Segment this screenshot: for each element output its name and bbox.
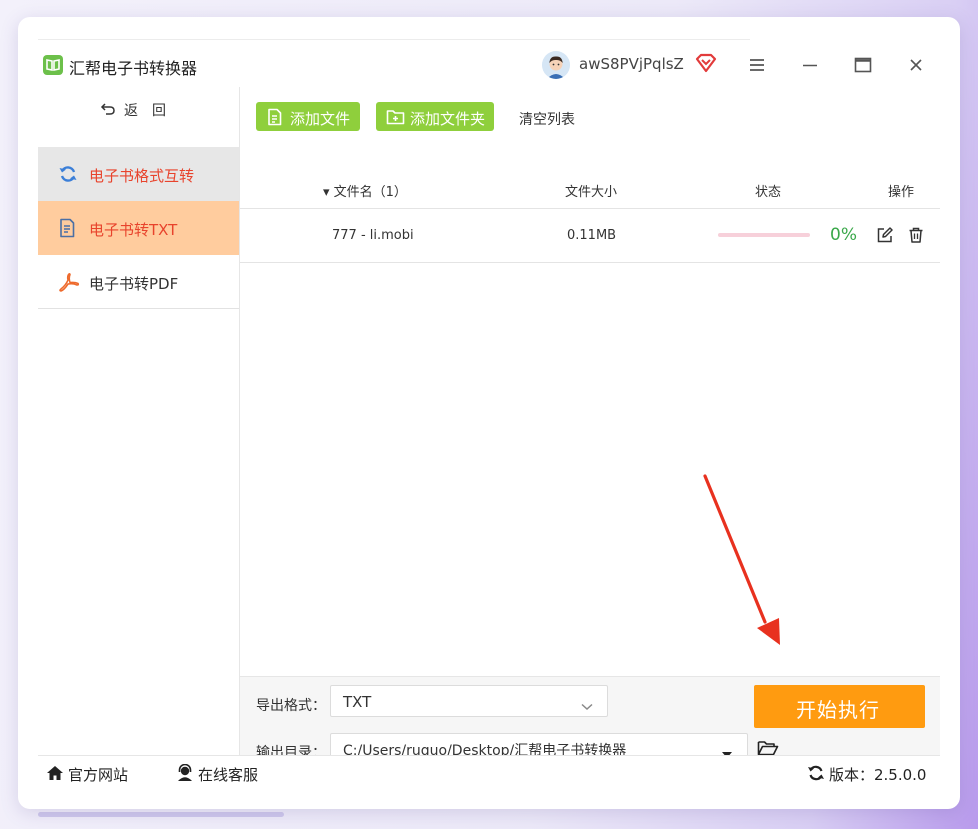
column-header-status: 状态 xyxy=(755,185,782,200)
clear-list-button[interactable]: 清空列表 xyxy=(519,109,575,129)
refresh-icon xyxy=(807,764,825,786)
close-icon[interactable] xyxy=(905,54,927,76)
format-select[interactable]: TXT xyxy=(330,685,608,717)
pdf-icon xyxy=(58,272,80,296)
sidebar-item-to-pdf[interactable]: 电子书转PDF xyxy=(38,255,239,309)
format-value: TXT xyxy=(343,693,372,711)
format-label: 导出格式： xyxy=(256,698,326,714)
version-label: 版本：2.5.0.0 xyxy=(829,766,927,784)
start-button[interactable]: 开始执行 xyxy=(754,685,925,728)
customer-service-icon xyxy=(176,763,194,786)
sidebar-item-label: 电子书转TXT xyxy=(89,221,178,239)
progress-bar xyxy=(718,233,810,237)
file-size: 0.11MB xyxy=(567,228,617,243)
footer: 官方网站 在线客服 版本：2.5.0.0 xyxy=(38,755,940,787)
user-avatar[interactable] xyxy=(542,51,570,79)
chevron-down-icon xyxy=(581,697,593,715)
column-header-name[interactable]: ▾ 文件名（1） xyxy=(323,181,407,200)
progress-percent: 0% xyxy=(830,225,857,245)
menu-icon[interactable] xyxy=(746,54,768,76)
add-file-button[interactable]: 添加文件 xyxy=(256,102,360,131)
maximize-icon[interactable] xyxy=(852,54,874,76)
edit-icon[interactable] xyxy=(876,226,894,244)
add-folder-button[interactable]: 添加文件夹 xyxy=(376,102,494,131)
title-bar: 汇帮电子书转换器 awS8PVjPqlsZ xyxy=(38,39,940,87)
trash-icon[interactable] xyxy=(907,226,925,244)
document-icon xyxy=(58,218,76,242)
app-title: 汇帮电子书转换器 xyxy=(69,59,198,78)
sidebar-item-label: 电子书格式互转 xyxy=(89,167,195,185)
app-logo-icon xyxy=(43,55,63,75)
add-file-label: 添加文件 xyxy=(290,110,351,128)
home-icon xyxy=(46,764,64,786)
add-folder-icon xyxy=(386,108,406,130)
undo-arrow-icon xyxy=(100,100,116,120)
sidebar-item-label: 电子书转PDF xyxy=(89,275,179,293)
service-label: 在线客服 xyxy=(198,766,259,784)
file-name: 777 - li.mobi xyxy=(332,228,414,243)
sidebar-item-format-convert[interactable]: 电子书格式互转 xyxy=(38,147,239,201)
add-file-icon xyxy=(266,108,284,130)
column-header-actions: 操作 xyxy=(888,185,915,200)
main-content: 添加文件 添加文件夹 清空列表 ▾ 文件名（1） 文件大小 状态 操作 777 … xyxy=(240,87,940,778)
back-button[interactable]: 返回 xyxy=(38,97,240,123)
sidebar: 返回 电子书格式互转 电子书转TXT 电子书转PDF xyxy=(38,87,240,755)
vip-diamond-icon[interactable] xyxy=(695,53,717,77)
background-strip xyxy=(38,812,284,817)
minimize-icon[interactable] xyxy=(799,54,821,76)
table-header: ▾ 文件名（1） 文件大小 状态 操作 xyxy=(240,157,940,209)
table-row[interactable]: 777 - li.mobi 0.11MB 0% xyxy=(240,209,940,263)
website-label: 官方网站 xyxy=(68,766,129,784)
add-folder-label: 添加文件夹 xyxy=(410,110,486,128)
column-header-size: 文件大小 xyxy=(565,185,618,200)
app-panel: 汇帮电子书转换器 awS8PVjPqlsZ 返回 电子书格式互转 电子书转TXT… xyxy=(38,39,940,787)
username: awS8PVjPqlsZ xyxy=(579,55,684,73)
sidebar-item-to-txt[interactable]: 电子书转TXT xyxy=(38,201,239,255)
app-window: 汇帮电子书转换器 awS8PVjPqlsZ 返回 电子书格式互转 电子书转TXT… xyxy=(18,17,960,809)
titlebar-line-end xyxy=(750,39,940,40)
back-label: 返回 xyxy=(124,103,180,119)
start-label: 开始执行 xyxy=(796,698,880,722)
sync-icon xyxy=(58,164,78,188)
